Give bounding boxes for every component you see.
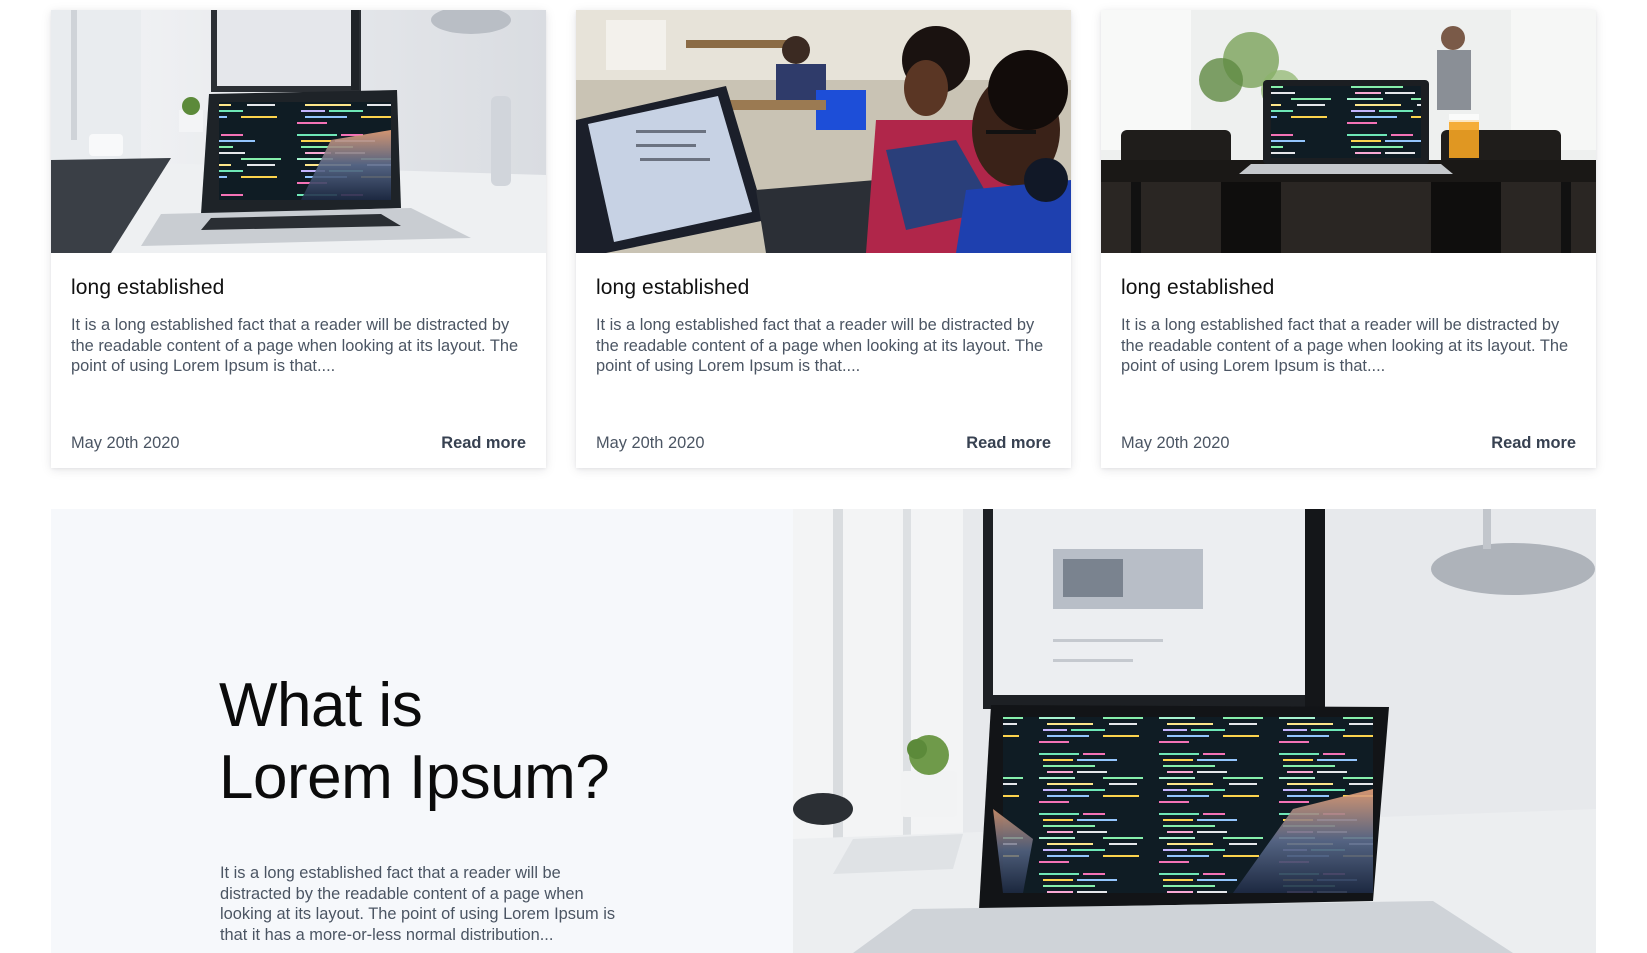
read-more-link[interactable]: Read more bbox=[441, 434, 526, 453]
read-more-link[interactable]: Read more bbox=[966, 434, 1051, 453]
feature-image-laptop-desk bbox=[793, 509, 1596, 953]
card-title[interactable]: long established bbox=[71, 275, 526, 301]
feature-title-line-1: What is bbox=[219, 671, 423, 740]
card-image-team-laptop[interactable] bbox=[576, 10, 1071, 253]
card-footer: May 20th 2020 Read more bbox=[596, 434, 1051, 453]
feature-description: It is a long established fact that a rea… bbox=[220, 864, 616, 944]
article-card[interactable]: long established It is a long establishe… bbox=[1101, 10, 1596, 468]
feature-title: What is Lorem Ipsum? bbox=[219, 670, 610, 814]
read-more-link[interactable]: Read more bbox=[1491, 434, 1576, 453]
feature-title-line-2: Lorem Ipsum? bbox=[219, 743, 610, 812]
article-cards: long established It is a long establishe… bbox=[51, 10, 1596, 468]
article-card[interactable]: long established It is a long establishe… bbox=[51, 10, 546, 468]
card-image-cafe-laptop[interactable] bbox=[1101, 10, 1596, 253]
card-excerpt: It is a long established fact that a rea… bbox=[71, 316, 519, 375]
card-date: May 20th 2020 bbox=[1121, 434, 1230, 452]
feature-section: What is Lorem Ipsum? It is a long establ… bbox=[51, 509, 1596, 953]
feature-text-panel: What is Lorem Ipsum? It is a long establ… bbox=[51, 509, 793, 953]
card-date: May 20th 2020 bbox=[596, 434, 705, 452]
article-card[interactable]: long established It is a long establishe… bbox=[576, 10, 1071, 468]
card-excerpt: It is a long established fact that a rea… bbox=[1121, 316, 1569, 375]
card-title[interactable]: long established bbox=[1121, 275, 1576, 301]
card-title[interactable]: long established bbox=[596, 275, 1051, 301]
page: long established It is a long establishe… bbox=[0, 0, 1647, 953]
card-date: May 20th 2020 bbox=[71, 434, 180, 452]
card-footer: May 20th 2020 Read more bbox=[71, 434, 526, 453]
card-image-laptop-desk[interactable] bbox=[51, 10, 546, 253]
card-excerpt: It is a long established fact that a rea… bbox=[596, 316, 1044, 375]
card-footer: May 20th 2020 Read more bbox=[1121, 434, 1576, 453]
